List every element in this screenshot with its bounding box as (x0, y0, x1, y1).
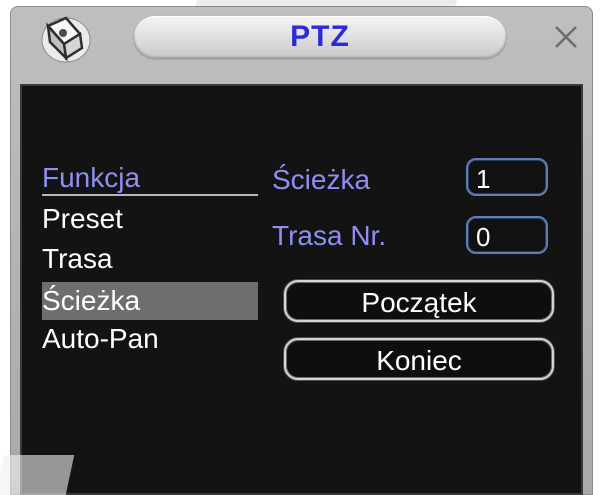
start-button[interactable]: Początek (284, 280, 554, 322)
end-button[interactable]: Koniec (284, 338, 554, 380)
path-number-field[interactable]: 1 (466, 158, 548, 196)
route-number-field[interactable]: 0 (466, 216, 548, 254)
path-number-label: Ścieżka (272, 164, 371, 195)
menu-item-auto-pan[interactable]: Auto-Pan (42, 320, 258, 358)
window-title: PTZ (290, 20, 350, 53)
function-header: Funkcja (42, 162, 141, 193)
function-header-underline (42, 194, 258, 196)
close-button[interactable] (548, 19, 584, 55)
menu-item-trasa[interactable]: Trasa (42, 240, 258, 278)
dialog-content: Funkcja Preset Trasa Ścieżka Auto-Pan Śc… (20, 84, 583, 495)
menu-item-preset[interactable]: Preset (42, 200, 258, 238)
background-decoration-bottom-left (0, 455, 75, 495)
route-number-label: Trasa Nr. (272, 220, 387, 251)
camera-icon (36, 12, 94, 64)
close-icon (555, 26, 577, 48)
menu-item-sciezka[interactable]: Ścieżka (42, 282, 258, 320)
title-bar: PTZ (10, 6, 593, 68)
ptz-dialog: PTZ Funkcja Preset Trasa Ścieżka Auto-Pa… (10, 6, 593, 495)
